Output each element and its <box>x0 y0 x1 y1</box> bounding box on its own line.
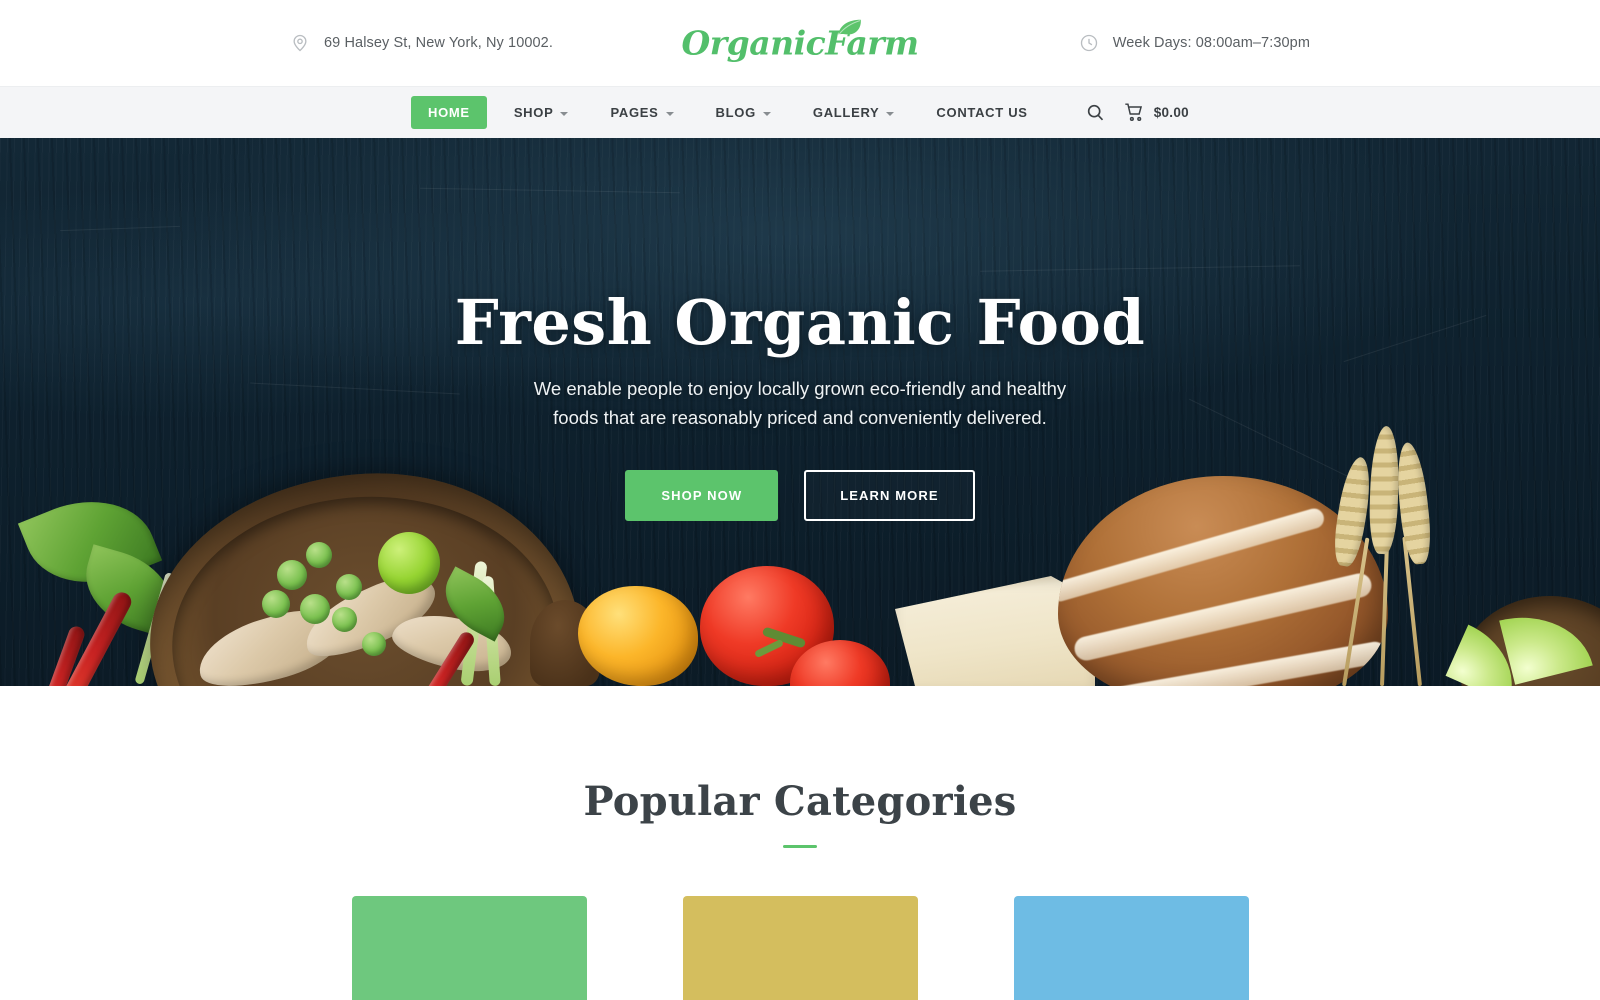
chevron-down-icon <box>886 111 895 116</box>
search-icon[interactable] <box>1085 102 1106 123</box>
shop-now-button[interactable]: SHOP NOW <box>625 470 779 522</box>
leaf-icon <box>838 19 861 35</box>
hero-title: Fresh Organic Food <box>454 286 1146 359</box>
clock-icon <box>1079 33 1099 53</box>
shopping-cart-icon <box>1124 102 1145 123</box>
category-card-1[interactable] <box>351 896 587 1000</box>
category-card-grid <box>0 896 1600 1000</box>
nav-item-contact-us[interactable]: CONTACT US <box>915 87 1048 139</box>
nav-label-blog: BLOG <box>715 104 756 120</box>
hero-cta-group: SHOP NOW LEARN MORE <box>0 470 1600 522</box>
category-card-2[interactable] <box>682 896 918 1000</box>
nav-item-home[interactable]: HOME <box>411 96 487 129</box>
learn-more-button[interactable]: LEARN MORE <box>804 470 975 522</box>
popular-categories-section: Popular Categories <box>0 686 1600 1000</box>
address-text: 69 Halsey St, New York, Ny 10002. <box>324 35 553 51</box>
hours-text: Week Days: 08:00am–7:30pm <box>1112 35 1310 51</box>
nav-item-shop[interactable]: SHOP <box>493 87 590 139</box>
chevron-down-icon <box>762 111 771 116</box>
nav-label-pages: PAGES <box>610 104 659 120</box>
cart-button[interactable]: $0.00 <box>1124 102 1189 123</box>
logo-text: OrganicFarm <box>681 23 919 63</box>
section-title: Popular Categories <box>583 778 1017 825</box>
nav-item-pages[interactable]: PAGES <box>589 87 694 139</box>
category-card-3[interactable] <box>1013 896 1249 1000</box>
title-underline-rule <box>783 845 817 848</box>
nav-tools: $0.00 <box>1085 102 1189 123</box>
hero-subtitle: We enable people to enjoy locally grown … <box>0 375 1600 432</box>
nav-items: HOME SHOP PAGES BLOG GALLERY CONTACT US <box>411 87 1049 139</box>
nav-label-gallery: GALLERY <box>812 104 880 120</box>
nav-item-gallery[interactable]: GALLERY <box>792 87 916 139</box>
nav-label-contact-us: CONTACT US <box>936 104 1028 120</box>
top-bar: 69 Halsey St, New York, Ny 10002. Organi… <box>0 0 1600 86</box>
chevron-down-icon <box>665 111 674 116</box>
nav-label-shop: SHOP <box>513 104 554 120</box>
hero-subtitle-line-1: We enable people to enjoy locally grown … <box>533 378 1067 400</box>
hero-banner: Fresh Organic Food We enable people to e… <box>0 138 1600 686</box>
site-logo[interactable]: OrganicFarm <box>681 19 919 63</box>
nav-item-blog[interactable]: BLOG <box>695 87 792 139</box>
nav-label-home: HOME <box>428 105 470 120</box>
chevron-down-icon <box>560 111 569 116</box>
main-navigation: HOME SHOP PAGES BLOG GALLERY CONTACT US <box>0 86 1600 138</box>
map-pin-icon <box>290 33 310 53</box>
hero-subtitle-line-2: foods that are reasonably priced and con… <box>553 406 1047 428</box>
hero-content: Fresh Organic Food We enable people to e… <box>0 138 1600 522</box>
cart-total: $0.00 <box>1153 105 1189 120</box>
